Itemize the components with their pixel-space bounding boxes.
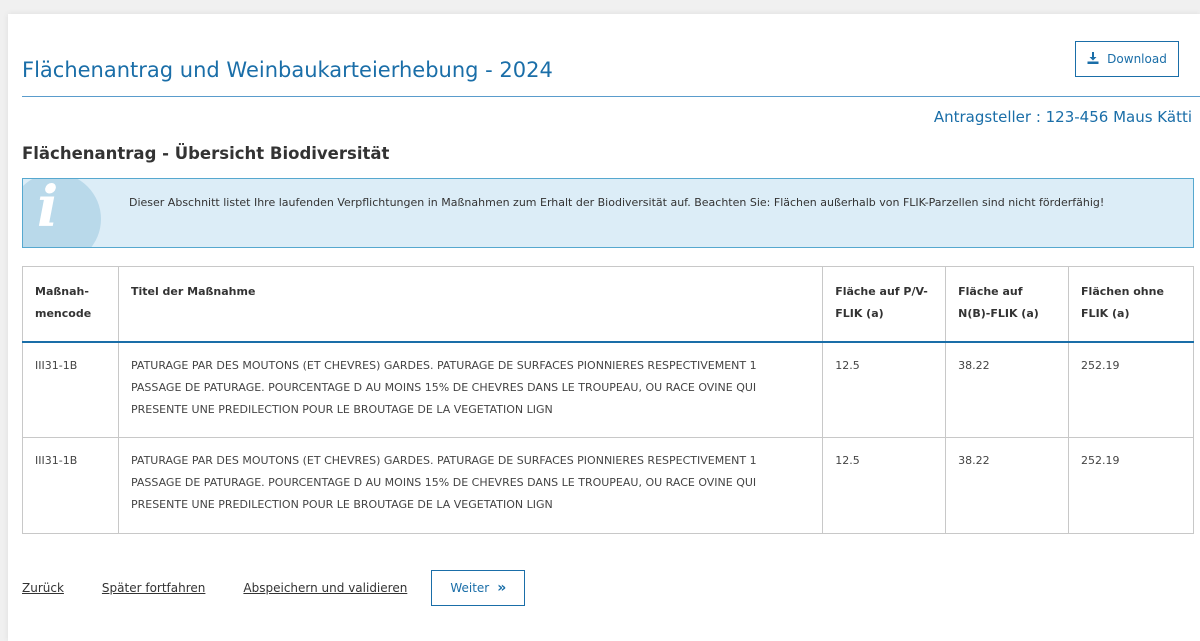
footer-navigation: Zurück Später fortfahren Abspeichern und… — [22, 570, 526, 606]
cell-nb-area: 38.22 — [945, 437, 1070, 534]
column-header-pv-area: Fläche auf P/V-FLIK (a) — [822, 266, 947, 343]
cell-title: PATURAGE PAR DES MOUTONS (ET CHEVRES) GA… — [117, 437, 824, 534]
download-icon — [1087, 51, 1099, 67]
applicant-info: Antragsteller : 123-456 Maus Kätti — [933, 108, 1192, 126]
page-title: Flächenantrag und Weinbaukarteierhebung … — [22, 58, 553, 82]
table-row: III31-1B PATURAGE PAR DES MOUTONS (ET CH… — [22, 437, 1194, 534]
column-header-code: Maßnah-mencode — [22, 266, 119, 343]
table-row: III31-1B PATURAGE PAR DES MOUTONS (ET CH… — [22, 341, 1194, 438]
column-header-nb-area: Fläche auf N(B)-FLIK (a) — [945, 266, 1070, 343]
cell-title: PATURAGE PAR DES MOUTONS (ET CHEVRES) GA… — [117, 341, 824, 438]
column-header-title: Titel der Maßnahme — [117, 266, 824, 343]
title-divider — [22, 96, 1200, 97]
double-chevron-right-icon: » — [497, 580, 507, 596]
cell-nb-area: 38.22 — [945, 341, 1070, 438]
cell-pv-area: 12.5 — [822, 341, 947, 438]
info-text: Dieser Abschnitt listet Ihre laufenden V… — [129, 196, 1105, 209]
cell-pv-area: 12.5 — [822, 437, 947, 534]
download-button-label: Download — [1107, 52, 1167, 66]
cell-code: III31-1B — [22, 437, 119, 534]
info-box: i Dieser Abschnitt listet Ihre laufenden… — [22, 178, 1194, 248]
save-validate-link[interactable]: Abspeichern und validieren — [243, 581, 407, 595]
cell-no-flik-area: 252.19 — [1068, 437, 1194, 534]
back-link[interactable]: Zurück — [22, 581, 64, 595]
download-button[interactable]: Download — [1075, 41, 1179, 77]
cell-code: III31-1B — [22, 341, 119, 438]
info-icon: i — [23, 179, 101, 247]
section-title: Flächenantrag - Übersicht Biodiversität — [22, 144, 390, 163]
next-button[interactable]: Weiter » — [431, 570, 526, 606]
page-container: Flächenantrag und Weinbaukarteierhebung … — [8, 14, 1200, 641]
column-header-no-flik-area: Flächen ohne FLIK (a) — [1068, 266, 1194, 343]
next-button-label: Weiter — [450, 581, 490, 595]
cell-no-flik-area: 252.19 — [1068, 341, 1194, 438]
table-header: Maßnah-mencode Titel der Maßnahme Fläche… — [22, 266, 1194, 343]
continue-later-link[interactable]: Später fortfahren — [102, 581, 205, 595]
measures-table: Maßnah-mencode Titel der Maßnahme Fläche… — [22, 266, 1194, 534]
